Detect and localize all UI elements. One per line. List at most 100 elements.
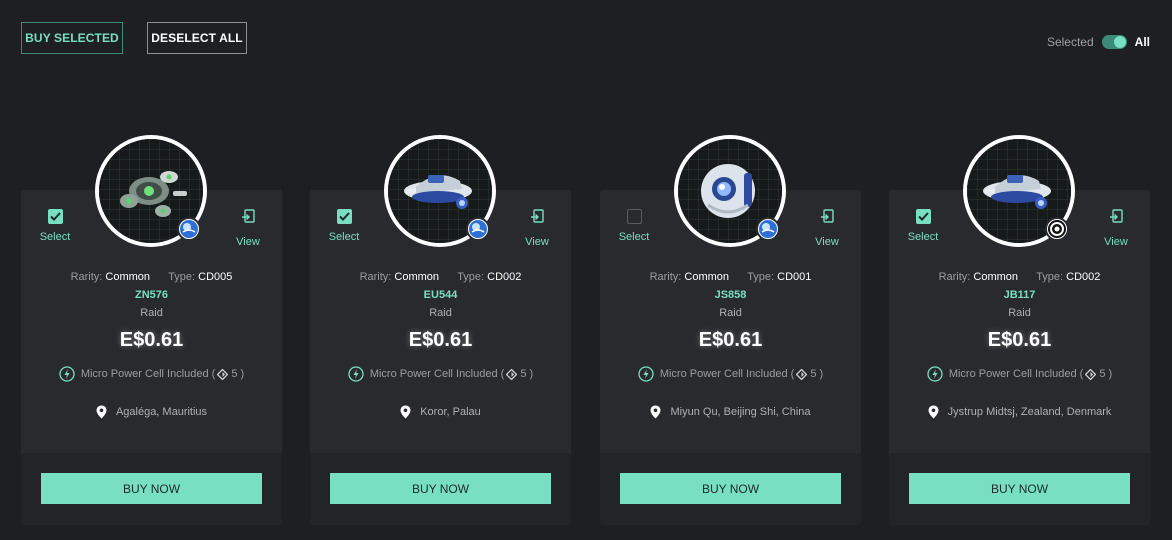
deselect-all-button[interactable]: DESELECT ALL xyxy=(147,22,247,54)
drone-mode: Raid xyxy=(140,307,163,319)
view-icon xyxy=(820,209,834,223)
drone-card: Select View Rarity: Common Type: CD001 J… xyxy=(600,135,861,525)
drone-code: JS858 xyxy=(714,289,747,301)
power-cell-count: 5 ) xyxy=(1099,368,1113,380)
rarity-type-row: Rarity: Common Type: CD002 xyxy=(889,271,1150,283)
power-cell-text: Micro Power Cell Included ( xyxy=(948,368,1084,380)
drone-card: Select View Rarity: Common Type: CD005 Z… xyxy=(21,135,282,525)
checkbox-checked-icon xyxy=(915,209,931,224)
drone-code: EU544 xyxy=(423,289,458,301)
location-pin-icon xyxy=(650,405,661,419)
globe-badge-icon xyxy=(756,217,780,241)
price: E$0.61 xyxy=(119,329,184,351)
card-footer: BUY NOW xyxy=(21,453,282,525)
rarity-value: Common xyxy=(105,271,151,283)
location-text: Koror, Palau xyxy=(420,406,481,418)
checkbox-checked-icon xyxy=(47,209,63,224)
power-cell-row: Micro Power Cell Included ( 5 ) xyxy=(600,366,861,382)
view-button[interactable]: View xyxy=(807,209,847,248)
price: E$0.61 xyxy=(408,329,473,351)
buy-now-button[interactable]: BUY NOW xyxy=(330,473,551,504)
location-row: Koror, Palau xyxy=(310,405,571,419)
card-footer: BUY NOW xyxy=(600,453,861,525)
view-label: View xyxy=(1104,236,1128,248)
rarity-label: Rarity: xyxy=(649,271,682,283)
type-value: CD001 xyxy=(777,271,812,283)
selected-all-toggle-group: Selected All xyxy=(1047,35,1150,49)
location-pin-icon xyxy=(400,405,411,419)
view-button[interactable]: View xyxy=(517,209,557,248)
view-icon xyxy=(1109,209,1123,223)
power-cell-count: 5 ) xyxy=(231,368,245,380)
drone-card: Select View Rarity: Common Type: CD002 E… xyxy=(310,135,571,525)
selected-all-toggle[interactable] xyxy=(1101,35,1127,49)
location-pin-icon xyxy=(928,405,939,419)
rarity-type-row: Rarity: Common Type: CD002 xyxy=(310,271,571,283)
power-cell-row: Micro Power Cell Included ( 5 ) xyxy=(889,366,1150,382)
card-footer: BUY NOW xyxy=(310,453,571,525)
buy-now-button[interactable]: BUY NOW xyxy=(620,473,841,504)
view-icon xyxy=(241,209,255,223)
toggle-knob xyxy=(1113,36,1126,48)
gem-icon xyxy=(796,368,808,380)
power-cell-row: Micro Power Cell Included ( 5 ) xyxy=(310,366,571,382)
view-button[interactable]: View xyxy=(1096,209,1136,248)
view-label: View xyxy=(236,236,260,248)
location-row: Jystrup Midtsj, Zealand, Denmark xyxy=(889,405,1150,419)
drone-code: ZN576 xyxy=(134,289,169,301)
select-label: Select xyxy=(328,231,360,243)
type-value: CD002 xyxy=(1066,271,1101,283)
location-row: Agaléga, Mauritius xyxy=(21,405,282,419)
card-footer: BUY NOW xyxy=(889,453,1150,525)
location-pin-icon xyxy=(96,405,107,419)
globe-badge-icon xyxy=(466,217,490,241)
power-cell-text: Micro Power Cell Included ( xyxy=(369,368,505,380)
drone-mode: Raid xyxy=(429,307,452,319)
location-text: Jystrup Midtsj, Zealand, Denmark xyxy=(947,406,1112,418)
type-value: CD005 xyxy=(198,271,233,283)
drone-card: Select View Rarity: Common Type: CD002 J… xyxy=(889,135,1150,525)
select-checkbox[interactable]: Select xyxy=(903,209,943,243)
select-checkbox[interactable]: Select xyxy=(324,209,364,243)
ring-badge-icon xyxy=(1045,217,1069,241)
power-cell-row: Micro Power Cell Included ( 5 ) xyxy=(21,366,282,382)
type-value: CD002 xyxy=(487,271,522,283)
toggle-label-all: All xyxy=(1134,35,1150,49)
power-cell-text: Micro Power Cell Included ( xyxy=(80,368,216,380)
type-label: Type: xyxy=(457,271,485,283)
buy-now-button[interactable]: BUY NOW xyxy=(41,473,262,504)
view-icon xyxy=(530,209,544,223)
view-button[interactable]: View xyxy=(228,209,268,248)
location-text: Agaléga, Mauritius xyxy=(115,406,208,418)
rarity-label: Rarity: xyxy=(70,271,103,283)
lightning-icon xyxy=(348,366,364,382)
view-label: View xyxy=(815,236,839,248)
drone-mode: Raid xyxy=(719,307,742,319)
gem-icon xyxy=(217,368,229,380)
location-text: Miyun Qu, Beijing Shi, China xyxy=(670,406,811,418)
rarity-label: Rarity: xyxy=(359,271,392,283)
lightning-icon xyxy=(927,366,943,382)
select-checkbox[interactable]: Select xyxy=(35,209,75,243)
rarity-label: Rarity: xyxy=(938,271,971,283)
lightning-icon xyxy=(638,366,654,382)
power-cell-count: 5 ) xyxy=(520,368,534,380)
globe-badge-icon xyxy=(177,217,201,241)
type-label: Type: xyxy=(168,271,196,283)
type-label: Type: xyxy=(1036,271,1064,283)
gem-icon xyxy=(1085,368,1097,380)
price: E$0.61 xyxy=(698,329,763,351)
select-checkbox[interactable]: Select xyxy=(614,209,654,243)
lightning-icon xyxy=(59,366,75,382)
power-cell-text: Micro Power Cell Included ( xyxy=(659,368,795,380)
type-label: Type: xyxy=(747,271,775,283)
rarity-value: Common xyxy=(973,271,1019,283)
power-cell-count: 5 ) xyxy=(810,368,824,380)
drone-code: JB117 xyxy=(1003,289,1036,301)
toggle-label-selected: Selected xyxy=(1046,35,1094,49)
buy-now-button[interactable]: BUY NOW xyxy=(909,473,1130,504)
checkbox-unchecked-icon xyxy=(626,209,642,224)
rarity-value: Common xyxy=(684,271,730,283)
select-label: Select xyxy=(39,231,71,243)
buy-selected-button[interactable]: BUY SELECTED xyxy=(21,22,123,54)
